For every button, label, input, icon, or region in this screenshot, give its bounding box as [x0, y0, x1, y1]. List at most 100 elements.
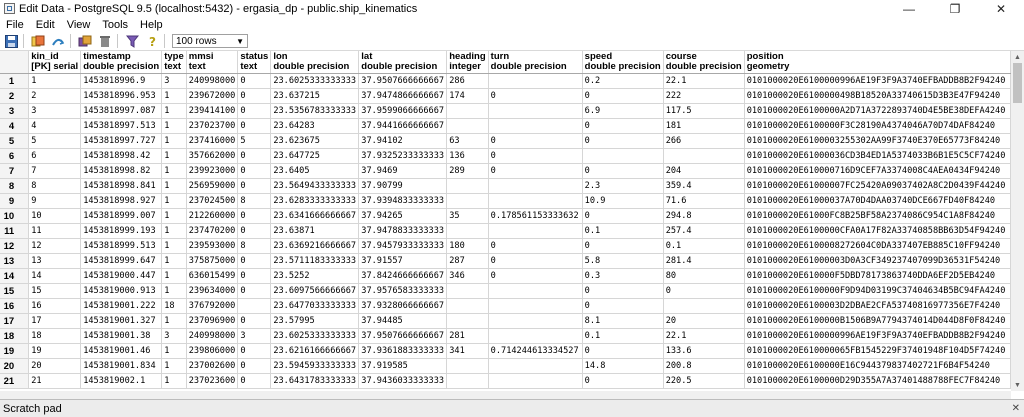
cell-speed[interactable]: 0.2 [582, 73, 664, 89]
cell-mmsi[interactable]: 375875000 [186, 253, 239, 269]
table-row[interactable]: 20 20 1453819001.834 1 237002600 0 23.59459333… [0, 358, 1011, 374]
save-icon[interactable] [2, 33, 20, 49]
row-number[interactable]: 2 [0, 88, 30, 104]
cell-turn[interactable] [488, 373, 583, 389]
cell-heading[interactable] [446, 283, 489, 299]
cell-turn[interactable]: 0 [488, 163, 583, 179]
cell-lon[interactable]: 23.6431783333333 [270, 373, 360, 389]
cell-type[interactable]: 1 [161, 373, 187, 389]
cell-course[interactable] [663, 148, 745, 164]
cell-position[interactable]: 0101000020E61000037A70D4DAA03740DCE667FD… [744, 193, 1011, 209]
menu-edit[interactable]: Edit [30, 19, 61, 31]
cell-course[interactable]: 359.4 [663, 178, 745, 194]
cell-kin_id[interactable]: 19 [28, 343, 82, 359]
cell-position[interactable]: 0101000020E6100000E16C944379837402721F6B… [744, 358, 1011, 374]
cell-kin_id[interactable]: 17 [28, 313, 82, 329]
cell-course[interactable]: 0 [663, 283, 745, 299]
cell-lat[interactable]: 37.8424666666667 [358, 268, 448, 284]
cell-turn[interactable]: 0 [488, 268, 583, 284]
scroll-thumb[interactable] [1013, 63, 1022, 103]
cell-mmsi[interactable]: 256959000 [186, 178, 239, 194]
row-number[interactable]: 20 [0, 358, 30, 374]
close-icon[interactable]: ✕ [1012, 403, 1020, 414]
cell-kin_id[interactable]: 2 [28, 88, 82, 104]
cell-kin_id[interactable]: 15 [28, 283, 82, 299]
menu-view[interactable]: View [61, 19, 97, 31]
cell-speed[interactable]: 0 [582, 298, 664, 314]
cell-type[interactable]: 1 [161, 193, 187, 209]
cell-position[interactable]: 0101000020E61000007FC25420A09037402A8C2D… [744, 178, 1011, 194]
cell-position[interactable]: 0101000020E6100000A2D71A3722893740D4E5BE… [744, 103, 1011, 119]
menu-file[interactable]: File [0, 19, 30, 31]
cell-lon[interactable]: 23.6369216666667 [270, 238, 360, 254]
cell-position[interactable]: 0101000020E610000065FB1545229F37401948F1… [744, 343, 1011, 359]
row-number[interactable]: 5 [0, 133, 30, 149]
row-number[interactable]: 21 [0, 373, 30, 389]
cell-course[interactable]: 133.6 [663, 343, 745, 359]
column-header[interactable]: course double precision [663, 51, 745, 74]
cell-timestamp[interactable]: 1453818996.953 [80, 88, 163, 104]
cell-lon[interactable]: 23.5356783333333 [270, 103, 360, 119]
cell-mmsi[interactable]: 237470200 [186, 223, 239, 239]
table-row[interactable]: 3 3 1453818997.087 1 239414100 0 23.5356783333… [0, 103, 1011, 119]
column-header[interactable]: heading integer [446, 51, 489, 74]
cell-lon[interactable]: 23.6025333333333 [270, 73, 360, 89]
cell-mmsi[interactable]: 237416000 [186, 133, 239, 149]
cell-timestamp[interactable]: 1453819002.1 [80, 373, 163, 389]
table-row[interactable]: 14 14 1453819000.447 1 636015499 0 23.5252 37.8… [0, 268, 1011, 284]
cell-timestamp[interactable]: 1453818997.087 [80, 103, 163, 119]
cell-turn[interactable] [488, 358, 583, 374]
cell-speed[interactable]: 0.3 [582, 268, 664, 284]
table-row[interactable]: 16 16 1453819001.222 18 376792000 23.64770333… [0, 298, 1011, 314]
cell-position[interactable]: 0101000020E6100003D2DBAE2CFA537408169773… [744, 298, 1011, 314]
cell-course[interactable]: 20 [663, 313, 745, 329]
cell-speed[interactable]: 0 [582, 133, 664, 149]
cell-lon[interactable]: 23.637215 [270, 88, 360, 104]
cell-type[interactable]: 1 [161, 343, 187, 359]
cell-type[interactable]: 1 [161, 88, 187, 104]
row-number[interactable]: 18 [0, 328, 30, 344]
row-number[interactable]: 19 [0, 343, 30, 359]
cell-lon[interactable]: 23.6216166666667 [270, 343, 360, 359]
cell-speed[interactable]: 8.1 [582, 313, 664, 329]
cell-heading[interactable] [446, 358, 489, 374]
cell-heading[interactable] [446, 313, 489, 329]
cell-course[interactable]: 117.5 [663, 103, 745, 119]
cell-kin_id[interactable]: 6 [28, 148, 82, 164]
cell-position[interactable]: 0101000020E6100000D29D355A7A37401488788F… [744, 373, 1011, 389]
column-header[interactable]: position geometry [744, 51, 1011, 74]
cell-status[interactable]: 3 [237, 328, 272, 344]
cell-mmsi[interactable]: 240998000 [186, 328, 239, 344]
cell-type[interactable]: 1 [161, 268, 187, 284]
table-row[interactable]: 18 18 1453819001.38 3 240998000 3 23.602533333… [0, 328, 1011, 344]
cell-turn[interactable] [488, 118, 583, 134]
cell-turn[interactable] [488, 73, 583, 89]
row-number[interactable]: 9 [0, 193, 30, 209]
row-number[interactable]: 7 [0, 163, 30, 179]
cell-mmsi[interactable]: 376792000 [186, 298, 239, 314]
cell-timestamp[interactable]: 1453818998.82 [80, 163, 163, 179]
cell-mmsi[interactable]: 239634000 [186, 283, 239, 299]
cell-type[interactable]: 1 [161, 118, 187, 134]
cell-mmsi[interactable]: 239672000 [186, 88, 239, 104]
cell-kin_id[interactable]: 9 [28, 193, 82, 209]
cell-timestamp[interactable]: 1453818999.193 [80, 223, 163, 239]
row-number[interactable]: 16 [0, 298, 30, 314]
cell-position[interactable]: 0101000020E6100000996AE19F3F9A3740EFBADD… [744, 73, 1011, 89]
cell-timestamp[interactable]: 1453818999.007 [80, 208, 163, 224]
row-number[interactable]: 4 [0, 118, 30, 134]
cell-heading[interactable]: 287 [446, 253, 489, 269]
cell-lat[interactable]: 37.9507666666667 [358, 73, 448, 89]
cell-turn[interactable]: 0 [488, 88, 583, 104]
cell-position[interactable]: 0101000020E6100000B1506B9A7794374014D044… [744, 313, 1011, 329]
cell-kin_id[interactable]: 20 [28, 358, 82, 374]
cell-turn[interactable] [488, 283, 583, 299]
cell-turn[interactable] [488, 193, 583, 209]
cell-lat[interactable]: 37.9328066666667 [358, 298, 448, 314]
cell-timestamp[interactable]: 1453819001.327 [80, 313, 163, 329]
table-row[interactable]: 17 17 1453819001.327 1 237096900 0 23.57995 37.… [0, 313, 1011, 329]
cell-type[interactable]: 1 [161, 103, 187, 119]
cell-mmsi[interactable]: 237023700 [186, 118, 239, 134]
cell-status[interactable]: 0 [237, 118, 272, 134]
cell-type[interactable]: 1 [161, 163, 187, 179]
